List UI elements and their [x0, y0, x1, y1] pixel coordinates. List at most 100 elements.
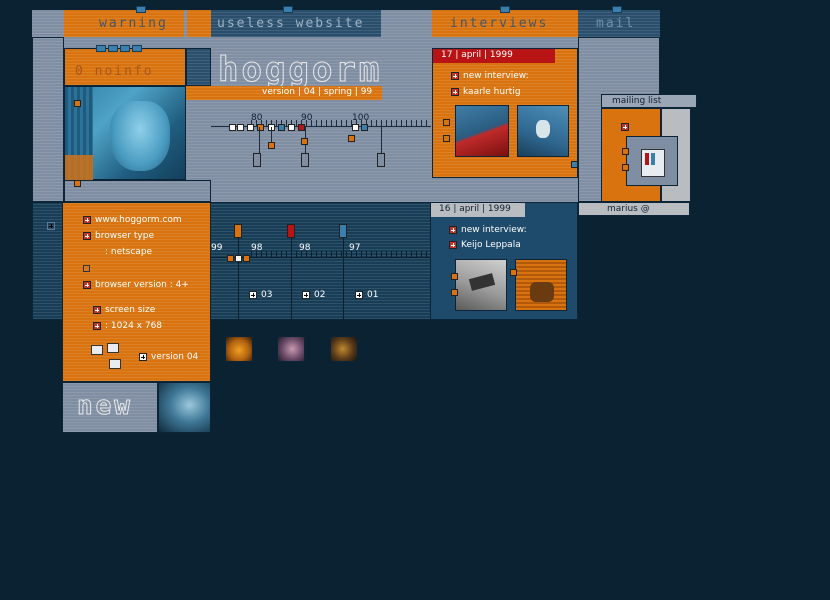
plus-icon[interactable] — [139, 353, 147, 361]
timeline-marker[interactable] — [287, 224, 295, 238]
nav-warning[interactable]: warning — [64, 10, 184, 37]
screen-size-label: screen size — [93, 305, 155, 315]
mailing-email-bar[interactable]: marius @ anart.no — [578, 202, 690, 224]
timeline-marker[interactable] — [234, 224, 242, 238]
connector-dot — [571, 161, 578, 168]
plus-icon[interactable] — [355, 291, 363, 299]
timeline-marker[interactable] — [301, 153, 309, 167]
interview-photo[interactable] — [455, 105, 509, 157]
browser-type-label: browser type — [83, 231, 154, 241]
timeline-dot — [229, 124, 236, 131]
plus-icon[interactable] — [249, 291, 257, 299]
timeline-label: 100 — [352, 113, 370, 123]
mailing-email: marius @ anart.no — [607, 204, 650, 224]
version-line: version | 04 | spring | 99 — [262, 87, 373, 97]
timeline-dot — [268, 142, 275, 149]
connector-dot — [451, 289, 458, 296]
issue-thumbnail[interactable] — [330, 336, 358, 362]
brand-spacer — [186, 48, 211, 86]
brand-block: 0 noinfo — [64, 48, 186, 86]
issue-thumbnail[interactable] — [277, 336, 305, 362]
connector-tab — [136, 6, 146, 13]
connector-dot — [443, 135, 450, 142]
plus-icon[interactable] — [83, 281, 91, 289]
timeline-dot — [348, 135, 355, 142]
plus-icon[interactable] — [449, 241, 457, 249]
issue-link[interactable]: 03 — [249, 290, 272, 300]
interview-photo[interactable] — [515, 259, 567, 311]
connector-tab — [120, 45, 130, 52]
plus-icon[interactable] — [83, 232, 91, 240]
mailbox-icon — [641, 149, 665, 177]
plus-icon[interactable] — [451, 72, 459, 80]
nav-interviews[interactable]: interviews — [432, 10, 578, 37]
plus-icon[interactable] — [302, 291, 310, 299]
checkbox[interactable] — [83, 265, 90, 272]
timeline-dot — [301, 138, 308, 145]
new-block[interactable]: new — [62, 382, 158, 433]
issue-thumbnail[interactable] — [225, 336, 253, 362]
connector-tab — [612, 6, 622, 13]
nav-interviews-label: interviews — [450, 16, 549, 31]
connector-tab — [132, 45, 142, 52]
new-photo[interactable] — [158, 382, 211, 433]
timeline-dot — [227, 255, 234, 262]
interview-card-1[interactable]: 17 | april | 1999 new interview: kaarle … — [432, 48, 578, 178]
connector-dot — [74, 100, 81, 107]
mail-button[interactable] — [626, 136, 678, 186]
connector-tab — [283, 6, 293, 13]
plus-icon[interactable] — [621, 123, 629, 131]
timeline-dot — [361, 124, 368, 131]
nav-mail-label: mail — [596, 16, 636, 31]
timeline-label: 99 — [211, 243, 223, 253]
version-link[interactable]: version 04 — [139, 352, 198, 362]
computer-network-icon — [91, 343, 121, 371]
interview-name-link[interactable]: kaarle hurtig — [451, 87, 521, 97]
timeline-label: 97 — [349, 243, 361, 253]
plus-icon[interactable] — [449, 226, 457, 234]
interview-photo[interactable] — [455, 259, 507, 311]
timeline-label: 98 — [251, 243, 263, 253]
plus-icon[interactable] — [93, 322, 101, 330]
timeline-label: 80 — [251, 113, 263, 123]
nav-useless-website-label: useless website — [217, 16, 365, 31]
interview-date: 16 | april | 1999 — [439, 204, 511, 214]
timeline-dot — [247, 124, 254, 131]
portrait-photo — [64, 86, 186, 181]
timeline-marker[interactable] — [339, 224, 347, 238]
connector-dot — [443, 119, 450, 126]
connector-tab — [108, 45, 118, 52]
lower-left-column — [32, 202, 73, 322]
connector-dot — [622, 164, 629, 171]
connector-tab — [500, 6, 510, 13]
plus-icon[interactable] — [83, 216, 91, 224]
timeline-dot — [235, 255, 242, 262]
site-url[interactable]: www.hoggorm.com — [83, 215, 182, 225]
connector-dot — [74, 180, 81, 187]
interview-date: 17 | april | 1999 — [441, 50, 513, 60]
connector-dot — [451, 273, 458, 280]
site-title: hoggorm — [217, 50, 382, 91]
interview-name-link[interactable]: Keijo Leppala — [449, 240, 521, 250]
timeline-dot — [352, 124, 359, 131]
plus-icon[interactable] — [93, 306, 101, 314]
mailing-list-title: mailing list — [612, 96, 662, 106]
plus-icon[interactable] — [47, 222, 55, 230]
connector-dot — [622, 148, 629, 155]
plus-icon[interactable] — [451, 88, 459, 96]
interview-card-2[interactable]: 16 | april | 1999 new interview: Keijo L… — [430, 202, 578, 320]
nav-mail[interactable]: mail — [578, 10, 660, 37]
portrait-footer — [64, 180, 211, 202]
timeline-dot — [278, 124, 285, 131]
timeline-marker[interactable] — [253, 153, 261, 167]
nav-useless-website[interactable]: useless website — [211, 10, 381, 37]
issue-link[interactable]: 01 — [355, 290, 378, 300]
timeline-label: 98 — [299, 243, 311, 253]
brand-subtitle: 0 noinfo — [75, 64, 154, 79]
new-label: new — [77, 391, 133, 422]
issue-link[interactable]: 02 — [302, 290, 325, 300]
top-timeline: 80 90 100 — [211, 100, 431, 180]
timeline-marker[interactable] — [377, 153, 385, 167]
interview-photo[interactable] — [517, 105, 569, 157]
timeline-label: 90 — [301, 113, 313, 123]
